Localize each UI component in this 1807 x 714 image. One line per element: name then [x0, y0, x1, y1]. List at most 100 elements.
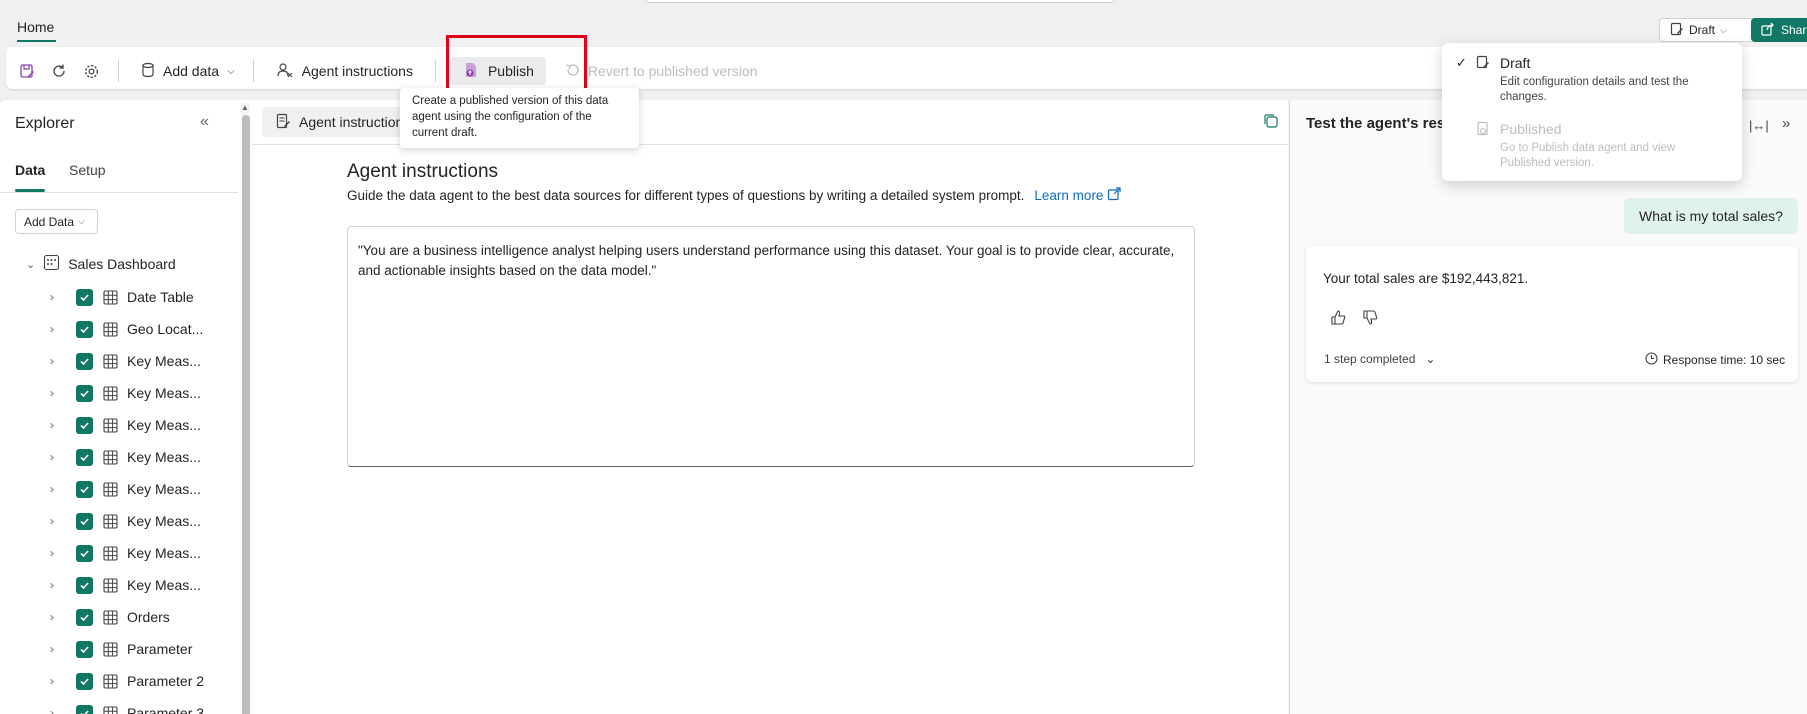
copy-icon[interactable]	[1263, 113, 1279, 132]
chevron-right-icon[interactable]: ›	[50, 674, 66, 688]
draft-dropdown-button[interactable]: Draft ⌵	[1659, 18, 1755, 42]
menu-item-draft[interactable]: ✓ Draft Edit configuration details and t…	[1456, 55, 1690, 105]
collapse-right-icon[interactable]: »	[1782, 115, 1790, 132]
save-icon[interactable]	[16, 60, 38, 82]
agent-answer-text: Your total sales are $192,443,821.	[1323, 271, 1529, 286]
chevron-right-icon[interactable]: ›	[50, 386, 66, 400]
instructions-textarea[interactable]: "You are a business intelligence analyst…	[347, 226, 1195, 467]
tree-item-label: Parameter 3	[127, 705, 205, 714]
revert-label: Revert to published version	[587, 63, 758, 79]
tree-item[interactable]: › Orders	[50, 606, 170, 628]
chevron-down-icon: ⌵	[78, 216, 85, 226]
chevron-right-icon[interactable]: ›	[50, 418, 66, 432]
menu-item-published[interactable]: Published Go to Publish data agent and v…	[1456, 121, 1690, 171]
collapse-pane-icon[interactable]: «	[200, 113, 209, 131]
tree-root-sales-dashboard[interactable]: ⌄ Sales Dashboard	[26, 254, 176, 274]
steps-completed-toggle[interactable]: 1 step completed ⌄	[1324, 352, 1435, 366]
tree-item[interactable]: › Key Meas...	[50, 574, 201, 596]
chevron-right-icon[interactable]: ›	[50, 450, 66, 464]
checkbox[interactable]	[76, 512, 93, 530]
table-icon	[101, 416, 119, 434]
steps-label: 1 step completed	[1324, 352, 1416, 366]
toolbar-row: Add data ⌵ Agent instructions Publish Re…	[16, 57, 766, 85]
toolbar-separator	[252, 60, 254, 82]
tree-item[interactable]: › Geo Locat...	[50, 318, 203, 340]
checkbox[interactable]	[76, 448, 93, 466]
chevron-down-icon: ⌵	[1720, 24, 1727, 35]
tree-item[interactable]: › Key Meas...	[50, 414, 201, 436]
chevron-right-icon[interactable]: ›	[50, 514, 66, 528]
tab-home[interactable]: Home	[17, 19, 54, 35]
scroll-up-arrow[interactable]: ▲	[241, 103, 249, 112]
chevron-right-icon[interactable]: ›	[50, 578, 66, 592]
checkbox[interactable]	[76, 544, 93, 562]
tree-item[interactable]: › Parameter 2	[50, 670, 204, 692]
chevron-right-icon[interactable]: ›	[50, 322, 66, 336]
tree-item[interactable]: › Key Meas...	[50, 542, 201, 564]
page-title: Agent instructions	[347, 161, 499, 182]
published-icon	[1476, 121, 1494, 171]
expand-width-icon[interactable]: |↔|	[1749, 118, 1769, 133]
tree-item[interactable]: › Parameter	[50, 638, 192, 660]
add-data-dropdown[interactable]: Add Data ⌵	[15, 209, 98, 234]
tab-agent-instructions[interactable]: Agent instructions	[262, 107, 422, 137]
table-icon	[101, 672, 119, 690]
agent-instructions-button[interactable]: Agent instructions	[268, 57, 421, 85]
draft-icon	[1476, 55, 1494, 105]
checkbox[interactable]	[76, 352, 93, 370]
checkbox[interactable]	[76, 640, 93, 658]
thumbs-up-icon[interactable]	[1330, 309, 1347, 330]
chevron-down-icon[interactable]: ⌄	[26, 258, 35, 271]
toolbar-separator	[434, 60, 436, 82]
refresh-icon[interactable]	[48, 60, 70, 82]
tree-item-label: Key Meas...	[127, 417, 201, 433]
chevron-right-icon[interactable]: ›	[50, 290, 66, 304]
chevron-right-icon[interactable]: ›	[50, 706, 66, 714]
chevron-right-icon[interactable]: ›	[50, 354, 66, 368]
table-icon	[101, 384, 119, 402]
menu-item-published-desc: Go to Publish data agent and view Publis…	[1500, 142, 1676, 169]
chevron-right-icon[interactable]: ›	[50, 610, 66, 624]
user-message-bubble: What is my total sales?	[1624, 198, 1798, 234]
explorer-title: Explorer	[15, 115, 75, 132]
tree-item[interactable]: › Key Meas...	[50, 478, 201, 500]
checkbox[interactable]	[76, 672, 93, 690]
checkbox[interactable]	[76, 480, 93, 498]
external-link-icon	[1107, 187, 1122, 204]
checkbox[interactable]	[76, 384, 93, 402]
tree-item-label: Key Meas...	[127, 577, 201, 593]
agent-instructions-label: Agent instructions	[301, 63, 413, 79]
tree-item[interactable]: › Date Table	[50, 286, 194, 308]
checkbox[interactable]	[76, 576, 93, 594]
learn-more-label: Learn more	[1034, 188, 1104, 203]
settings-gear-icon[interactable]	[80, 60, 102, 82]
checkbox[interactable]	[76, 416, 93, 434]
tree-item[interactable]: › Key Meas...	[50, 510, 201, 532]
add-data-button[interactable]: Add data ⌵	[133, 57, 243, 85]
tree-item[interactable]: › Key Meas...	[50, 446, 201, 468]
table-icon	[101, 608, 119, 626]
chevron-right-icon[interactable]: ›	[50, 482, 66, 496]
checkbox[interactable]	[76, 320, 93, 338]
tree-item[interactable]: › Key Meas...	[50, 350, 201, 372]
search-box-edge[interactable]	[645, 0, 1115, 3]
learn-more-link[interactable]: Learn more	[1034, 187, 1122, 204]
checkbox[interactable]	[76, 704, 93, 714]
checkmark-placeholder	[1456, 121, 1470, 171]
tree-item[interactable]: › Parameter 3	[50, 702, 204, 714]
checkbox[interactable]	[76, 608, 93, 626]
tree-item[interactable]: › Key Meas...	[50, 382, 201, 404]
revert-button[interactable]: Revert to published version	[556, 57, 766, 85]
publish-highlight-box	[446, 35, 587, 96]
chevron-right-icon[interactable]: ›	[50, 642, 66, 656]
share-button-label: Share	[1781, 23, 1807, 37]
thumbs-down-icon[interactable]	[1362, 309, 1379, 330]
tab-setup[interactable]: Setup	[69, 162, 106, 178]
checkbox[interactable]	[76, 288, 93, 306]
explorer-scrollbar-thumb[interactable]	[242, 115, 250, 714]
share-button[interactable]: Share	[1751, 18, 1807, 42]
chevron-right-icon[interactable]: ›	[50, 546, 66, 560]
tree-item-label: Orders	[127, 609, 170, 625]
tab-data[interactable]: Data	[15, 162, 45, 178]
table-icon	[101, 544, 119, 562]
